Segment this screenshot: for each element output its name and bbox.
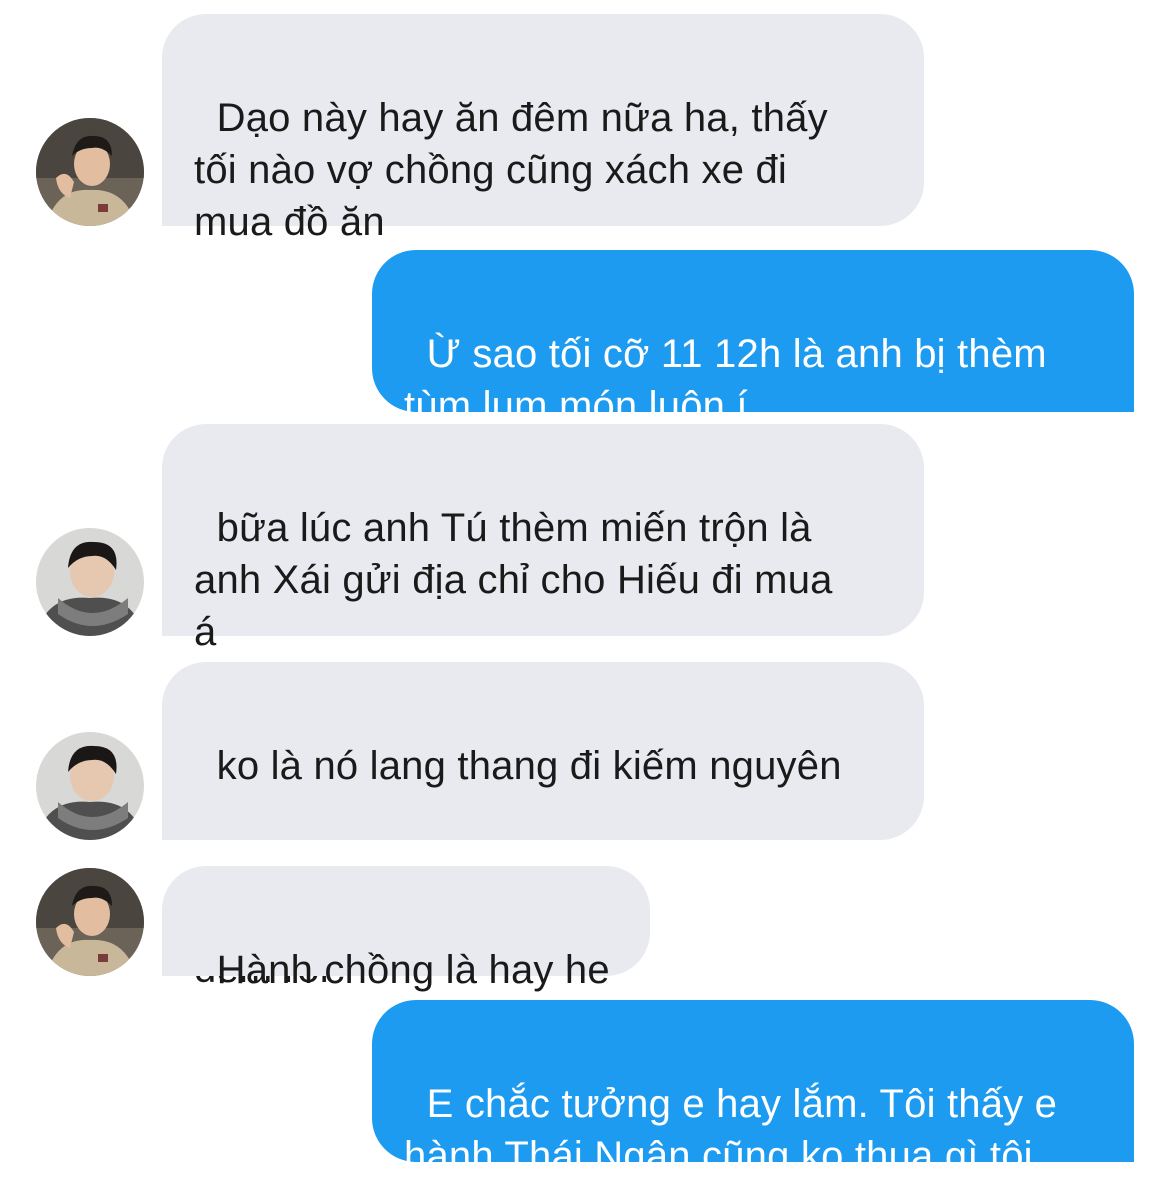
message-bubble-incoming[interactable]: ko là nó lang thang đi kiếm nguyên đêm r…: [162, 662, 924, 991]
message-text: Dạo này hay ăn đêm nữa ha, thấy tối nào …: [194, 96, 828, 244]
message-bubble-outgoing[interactable]: E chắc tưởng e hay lắm. Tôi thấy e hành …: [372, 1000, 1134, 1178]
message-bubble-incoming[interactable]: bữa lúc anh Tú thèm miến trộn là anh Xái…: [162, 424, 924, 654]
message-bubble-incoming[interactable]: Dạo này hay ăn đêm nữa ha, thấy tối nào …: [162, 14, 924, 244]
avatar[interactable]: [36, 528, 144, 636]
avatar[interactable]: [36, 732, 144, 840]
message-text: bữa lúc anh Tú thèm miến trộn là anh Xái…: [194, 506, 833, 654]
message-text: Ừ sao tối cỡ 11 12h là anh bị thèm tùm l…: [404, 332, 1047, 428]
rolling-on-floor-laughing-emoji-icon: [335, 792, 375, 933]
avatar[interactable]: [36, 118, 144, 226]
avatar[interactable]: [36, 868, 144, 976]
message-bubble-incoming[interactable]: Hành chồng là hay he: [162, 866, 650, 992]
message-bubble-outgoing[interactable]: Ừ sao tối cỡ 11 12h là anh bị thèm tùm l…: [372, 250, 1134, 428]
message-text: E chắc tưởng e hay lắm. Tôi thấy e hành …: [404, 1082, 1058, 1178]
message-text: Hành chồng là hay he: [216, 948, 610, 992]
rolling-on-floor-laughing-emoji-icon: [389, 792, 429, 933]
